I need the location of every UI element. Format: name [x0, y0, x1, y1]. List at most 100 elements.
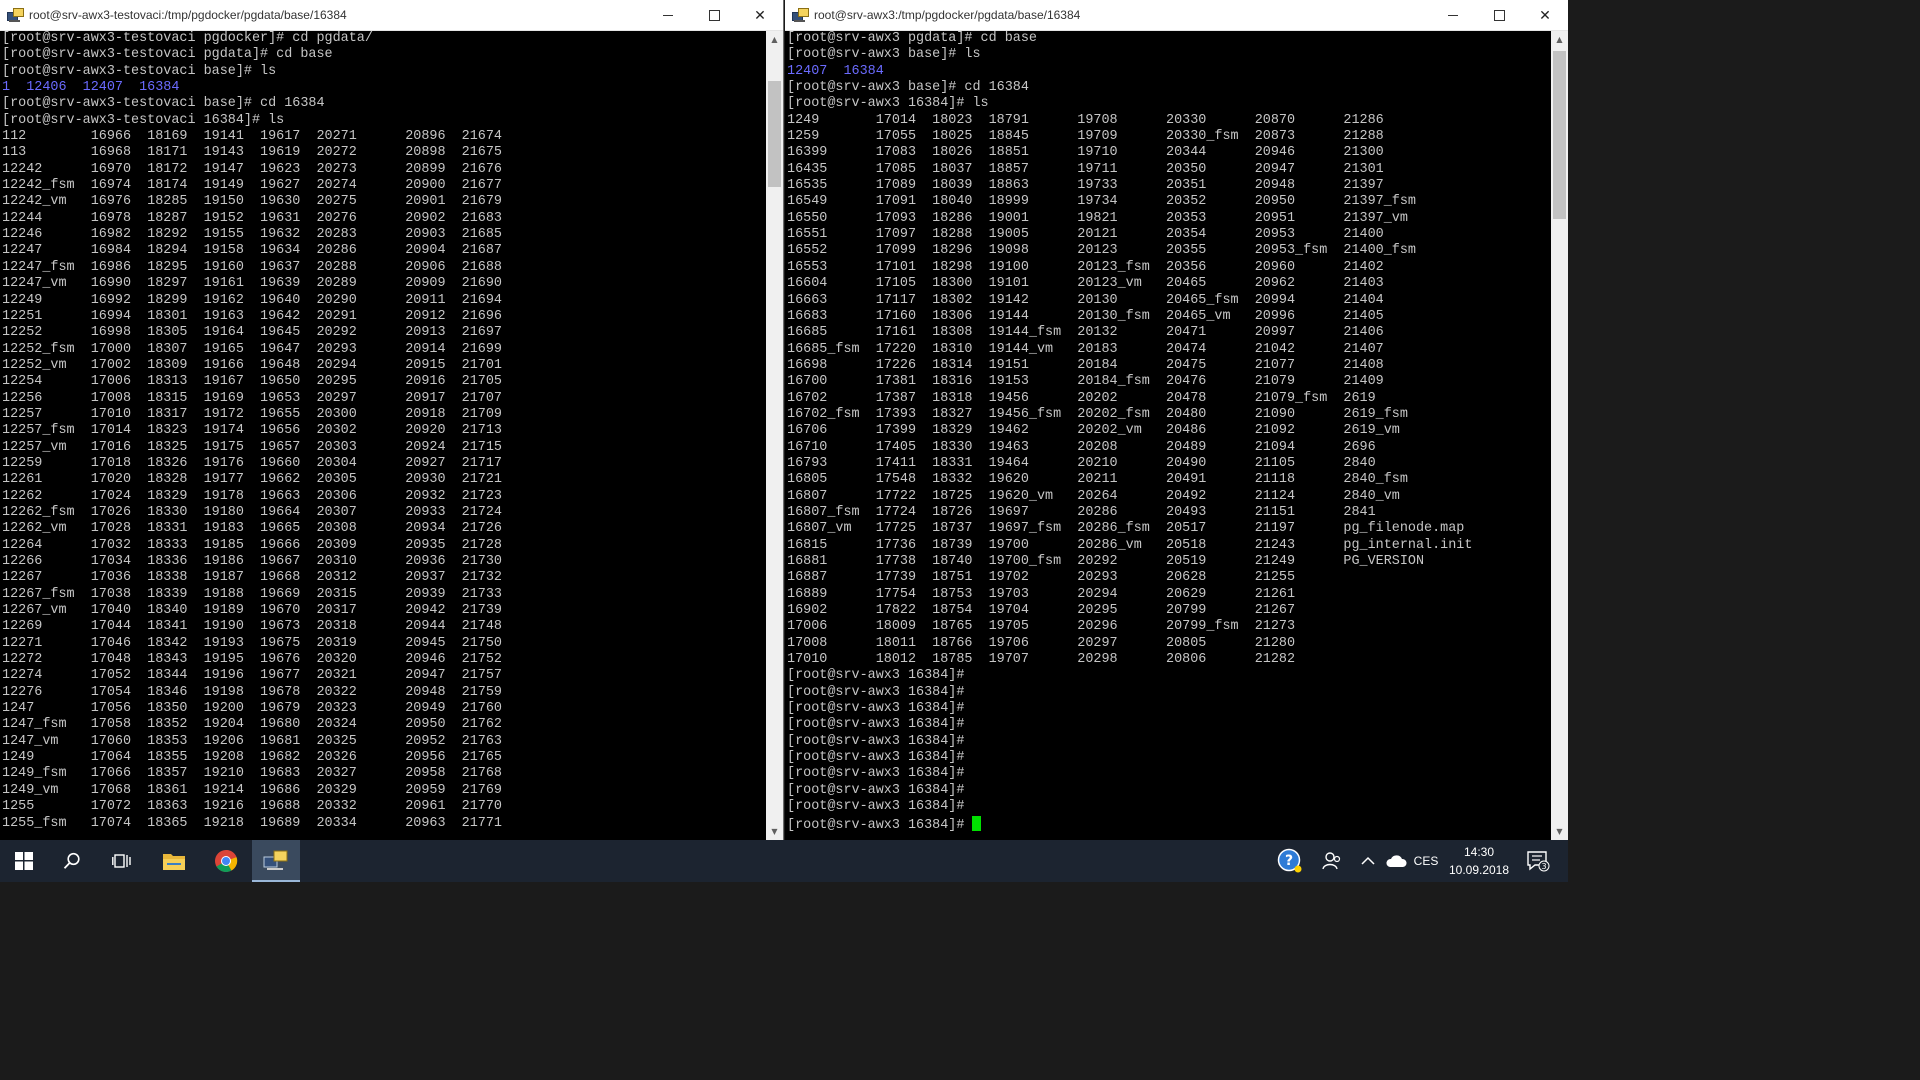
terminal-line: 16710 17405 18330 19463 20208 20489 2109… [787, 439, 1376, 455]
minimize-button[interactable] [1430, 0, 1476, 31]
terminal-line: 1247_fsm 17058 18352 19204 19680 20324 2… [2, 717, 502, 733]
terminal-line: 16552 17099 18296 19098 20123 20355 2095… [787, 243, 1416, 259]
terminal-line: 1247_vm 17060 18353 19206 19681 20325 20… [2, 733, 502, 749]
terminal-line: 12249 16992 18299 19162 19640 20290 2091… [2, 292, 502, 308]
clock-date: 10.09.2018 [1448, 863, 1510, 877]
window-titlebar[interactable]: root@srv-awx3-testovaci:/tmp/pgdocker/pg… [0, 0, 783, 31]
terminal-line: 16685 17161 18308 19144_fsm 20132 20471 … [787, 325, 1384, 341]
taskbar: ? CES 3 [0, 840, 1568, 882]
terminal-line: 12242_vm 16976 18285 19150 19630 20275 2… [2, 194, 502, 210]
close-button[interactable]: ✕ [737, 0, 783, 31]
terminal-line: 12252_vm 17002 18309 19166 19648 20294 2… [2, 357, 502, 373]
scroll-up-icon[interactable]: ▲ [766, 31, 783, 48]
terminal-line: [root@srv-awx3 16384]# [787, 717, 965, 733]
terminal-line: [root@srv-awx3-testovaci pgdocker]# cd p… [2, 31, 373, 46]
terminal-line: 1255 17072 18363 19216 19688 20332 20961… [2, 799, 502, 815]
terminal-line: 12247_vm 16990 18297 19161 19639 20289 2… [2, 276, 502, 292]
terminal-line: 16807_fsm 17724 18726 19697 20286 20493 … [787, 504, 1376, 520]
terminal-line: 12246 16982 18292 19155 19632 20283 2090… [2, 227, 502, 243]
file-explorer-icon [163, 854, 185, 870]
terminal-line: 12272 17048 18343 19195 19676 20320 2094… [2, 652, 502, 668]
close-button[interactable]: ✕ [1522, 0, 1568, 31]
terminal-text: [root@srv-awx3-testovaci pgdocker]# cd p… [0, 31, 766, 832]
svg-text:?: ? [1285, 853, 1293, 869]
chrome-button[interactable] [200, 840, 252, 882]
terminal-cursor [972, 815, 982, 831]
task-view-button[interactable] [96, 840, 148, 882]
terminal-line: 16549 17091 18040 18999 19734 20352 2095… [787, 194, 1416, 210]
vertical-scrollbar[interactable]: ▲ ▼ [1551, 31, 1568, 840]
window-titlebar[interactable]: root@srv-awx3:/tmp/pgdocker/pgdata/base/… [785, 0, 1568, 31]
maximize-button[interactable] [691, 0, 737, 31]
minimize-icon [663, 15, 673, 16]
terminal-line: 16685_fsm 17220 18310 19144_vm 20183 204… [787, 341, 1384, 357]
terminal-line: [root@srv-awx3 16384]# ls [787, 96, 989, 112]
terminal-line: 12247 16984 18294 19158 19634 20286 2090… [2, 243, 502, 259]
vertical-scrollbar[interactable]: ▲ ▼ [766, 31, 783, 840]
scroll-down-icon[interactable]: ▼ [766, 823, 783, 840]
minimize-button[interactable] [645, 0, 691, 31]
terminal-line: 12261 17020 18328 19177 19662 20305 2093… [2, 472, 502, 488]
terminal-line: 12259 17018 18326 19176 19660 20304 2092… [2, 455, 502, 471]
terminal-line: 112 16966 18169 19141 19617 20271 20896 … [2, 129, 502, 145]
terminal-line: [root@srv-awx3 16384]# [787, 733, 965, 749]
terminal-output[interactable]: [root@srv-awx3-testovaci pgdocker]# cd p… [0, 31, 766, 840]
terminal-line: [root@srv-awx3 16384]# [787, 750, 965, 766]
people-button[interactable] [1316, 840, 1348, 882]
putty-icon[interactable] [7, 7, 24, 23]
terminal-line: 1 12406 12407 16384 [2, 80, 180, 96]
search-icon [63, 852, 80, 869]
terminal-line: 12264 17032 18333 19185 19666 20309 2093… [2, 537, 502, 553]
terminal-line: 16700 17381 18316 19153 20184_fsm 20476 … [787, 374, 1384, 390]
terminal-line: 16663 17117 18302 19142 20130 20465_fsm … [787, 292, 1384, 308]
scroll-thumb[interactable] [768, 81, 781, 187]
terminal-output[interactable]: [root@srv-awx3 pgdata]# cd base [root@sr… [785, 31, 1551, 840]
onedrive-button[interactable] [1382, 840, 1410, 882]
terminal-line: 1249 17014 18023 18791 19708 20330 20870… [787, 112, 1384, 128]
terminal-line: 12407 16384 [787, 63, 884, 79]
help-button[interactable]: ? [1272, 840, 1308, 882]
terminal-line: 16702 17387 18318 19456 20202 20478 2107… [787, 390, 1376, 406]
terminal-line: [root@srv-awx3-testovaci base]# ls [2, 63, 277, 79]
terminal-line: 16706 17399 18329 19462 20202_vm 20486 2… [787, 423, 1400, 439]
terminal-line: 16683 17160 18306 19144 20130_fsm 20465_… [787, 308, 1384, 324]
start-button[interactable] [0, 840, 48, 882]
terminal-line: 17008 18011 18766 19706 20297 20805 2128… [787, 635, 1296, 651]
terminal-line: 12276 17054 18346 19198 19678 20322 2094… [2, 684, 502, 700]
scroll-thumb[interactable] [1553, 51, 1566, 219]
action-center-button[interactable]: 3 [1516, 840, 1560, 882]
terminal-line: 16550 17093 18286 19001 19821 20353 2095… [787, 210, 1408, 226]
terminal-line: 12244 16978 18287 19152 19631 20276 2090… [2, 210, 502, 226]
notification-count: 3 [1541, 862, 1546, 871]
language-indicator[interactable]: CES [1410, 840, 1442, 882]
terminal-text: [root@srv-awx3 pgdata]# cd base [root@sr… [785, 31, 1551, 834]
terminal-line: 1249 17064 18355 19208 19682 20326 20956… [2, 750, 502, 766]
terminal-line: [root@srv-awx3 16384]# [787, 684, 965, 700]
file-explorer-button[interactable] [148, 840, 200, 882]
terminal-line: 1249_vm 17068 18361 19214 19686 20329 20… [2, 782, 502, 798]
putty-window-left[interactable]: root@srv-awx3-testovaci:/tmp/pgdocker/pg… [0, 0, 784, 840]
search-button[interactable] [48, 840, 96, 882]
terminal-line: 17010 18012 18785 19707 20298 20806 2128… [787, 652, 1296, 668]
window-title: root@srv-awx3-testovaci:/tmp/pgdocker/pg… [29, 8, 347, 22]
maximize-button[interactable] [1476, 0, 1522, 31]
terminal-line: 16815 17736 18739 19700 20286_vm 20518 2… [787, 537, 1473, 553]
scroll-down-icon[interactable]: ▼ [1551, 823, 1568, 840]
terminal-line: 16551 17097 18288 19005 20121 20354 2095… [787, 227, 1384, 243]
show-hidden-icons-button[interactable] [1356, 840, 1380, 882]
notification-icon: 3 [1527, 851, 1550, 872]
putty-icon[interactable] [792, 7, 809, 23]
close-icon: ✕ [754, 7, 766, 23]
terminal-line: 12269 17044 18341 19190 19673 20318 2094… [2, 619, 502, 635]
scroll-up-icon[interactable]: ▲ [1551, 31, 1568, 48]
terminal-line: 16435 17085 18037 18857 19711 20350 2094… [787, 161, 1384, 177]
taskbar-clock[interactable]: 14:30 10.09.2018 [1447, 843, 1511, 879]
clock-time: 14:30 [1463, 845, 1495, 859]
putty-window-right[interactable]: root@srv-awx3:/tmp/pgdocker/pgdata/base/… [785, 0, 1568, 840]
terminal-line: [root@srv-awx3 base]# cd 16384 [787, 80, 1029, 96]
terminal-line: 12257 17010 18317 19172 19655 20300 2091… [2, 406, 502, 422]
putty-taskbar-button[interactable] [252, 840, 300, 882]
terminal-line: 12274 17052 18344 19196 19677 20321 2094… [2, 668, 502, 684]
terminal-line: 12252_fsm 17000 18307 19165 19647 20293 … [2, 341, 502, 357]
terminal-line: 12251 16994 18301 19163 19642 20291 2091… [2, 308, 502, 324]
